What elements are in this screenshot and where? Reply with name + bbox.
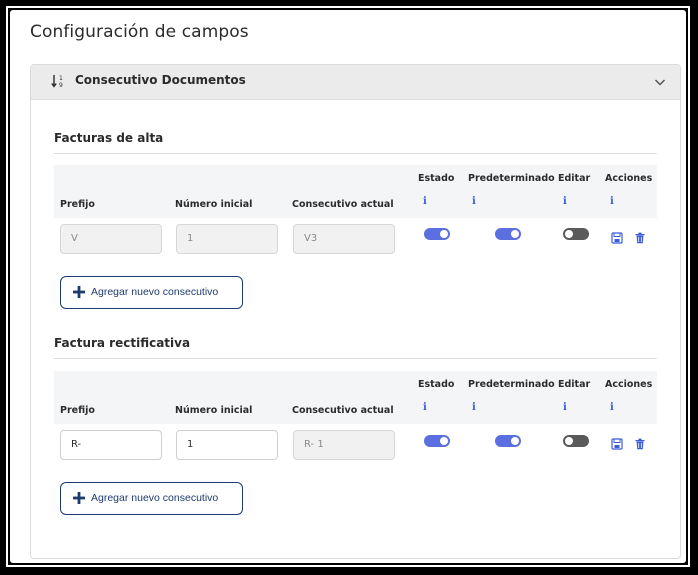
chevron-down-icon[interactable] <box>654 76 666 88</box>
info-icon[interactable]: i <box>610 196 614 207</box>
info-icon[interactable]: i <box>563 402 567 413</box>
trash-icon[interactable] <box>634 232 646 244</box>
info-icon[interactable]: i <box>472 196 476 207</box>
col-predeterminado: Predeterminado <box>468 379 555 390</box>
svg-text:9: 9 <box>59 82 63 89</box>
col-acciones: Acciones <box>605 173 653 184</box>
col-estado: Estado <box>418 379 455 390</box>
col-editar: Editar <box>558 173 591 184</box>
info-icon[interactable]: i <box>423 196 427 207</box>
add-consecutivo-button[interactable]: Agregar nuevo consecutivo <box>60 482 243 515</box>
prefijo-field[interactable]: V <box>60 224 162 254</box>
window-frame: Configuración de campos 1 9 Consecutivo … <box>6 6 690 567</box>
col-consecutivo-actual: Consecutivo actual <box>292 405 394 416</box>
info-icon[interactable]: i <box>423 402 427 413</box>
col-acciones: Acciones <box>605 379 653 390</box>
trash-icon[interactable] <box>634 438 646 450</box>
add-button-label: Agregar nuevo consecutivo <box>91 492 219 504</box>
plus-icon <box>73 286 85 298</box>
save-icon[interactable] <box>611 232 623 244</box>
info-icon[interactable]: i <box>610 402 614 413</box>
col-consecutivo-actual: Consecutivo actual <box>292 199 394 210</box>
sort-numeric-icon: 1 9 <box>51 75 63 89</box>
numero-inicial-field[interactable]: 1 <box>176 224 278 254</box>
col-estado: Estado <box>418 173 455 184</box>
col-prefijo: Prefijo <box>60 199 95 210</box>
consecutivo-actual-field[interactable]: V3 <box>293 224 395 254</box>
predeterminado-toggle[interactable] <box>495 435 521 447</box>
config-panel: Configuración de campos 1 9 Consecutivo … <box>10 10 686 563</box>
page-title: Configuración de campos <box>30 22 249 42</box>
add-button-label: Agregar nuevo consecutivo <box>91 286 219 298</box>
col-numero-inicial: Número inicial <box>175 199 253 210</box>
estado-toggle[interactable] <box>424 435 450 447</box>
col-editar: Editar <box>558 379 591 390</box>
consecutivo-actual-field[interactable]: R- 1 <box>293 430 395 460</box>
editar-toggle[interactable] <box>563 228 589 240</box>
save-icon[interactable] <box>611 438 623 450</box>
estado-toggle[interactable] <box>424 228 450 240</box>
col-prefijo: Prefijo <box>60 405 95 416</box>
section-title-factura-rectificativa: Factura rectificativa <box>54 336 191 350</box>
editar-toggle[interactable] <box>563 435 589 447</box>
predeterminado-toggle[interactable] <box>495 228 521 240</box>
svg-text:1: 1 <box>59 75 63 82</box>
section-divider <box>54 358 657 359</box>
accordion-title: Consecutivo Documentos <box>75 73 246 87</box>
numero-inicial-field[interactable]: 1 <box>176 430 278 460</box>
prefijo-field[interactable]: R- <box>60 430 162 460</box>
add-consecutivo-button[interactable]: Agregar nuevo consecutivo <box>60 276 243 309</box>
info-icon[interactable]: i <box>472 402 476 413</box>
table-header: Prefijo Número inicial Consecutivo actua… <box>54 371 657 424</box>
plus-icon <box>73 492 85 504</box>
info-icon[interactable]: i <box>563 196 567 207</box>
table-header: Prefijo Número inicial Consecutivo actua… <box>54 165 657 218</box>
col-numero-inicial: Número inicial <box>175 405 253 416</box>
accordion-consecutivo: 1 9 Consecutivo Documentos Facturas de a… <box>30 64 681 559</box>
col-predeterminado: Predeterminado <box>468 173 555 184</box>
section-title-facturas-alta: Facturas de alta <box>54 131 164 145</box>
section-divider <box>54 153 657 154</box>
accordion-header[interactable]: 1 9 Consecutivo Documentos <box>31 65 680 100</box>
